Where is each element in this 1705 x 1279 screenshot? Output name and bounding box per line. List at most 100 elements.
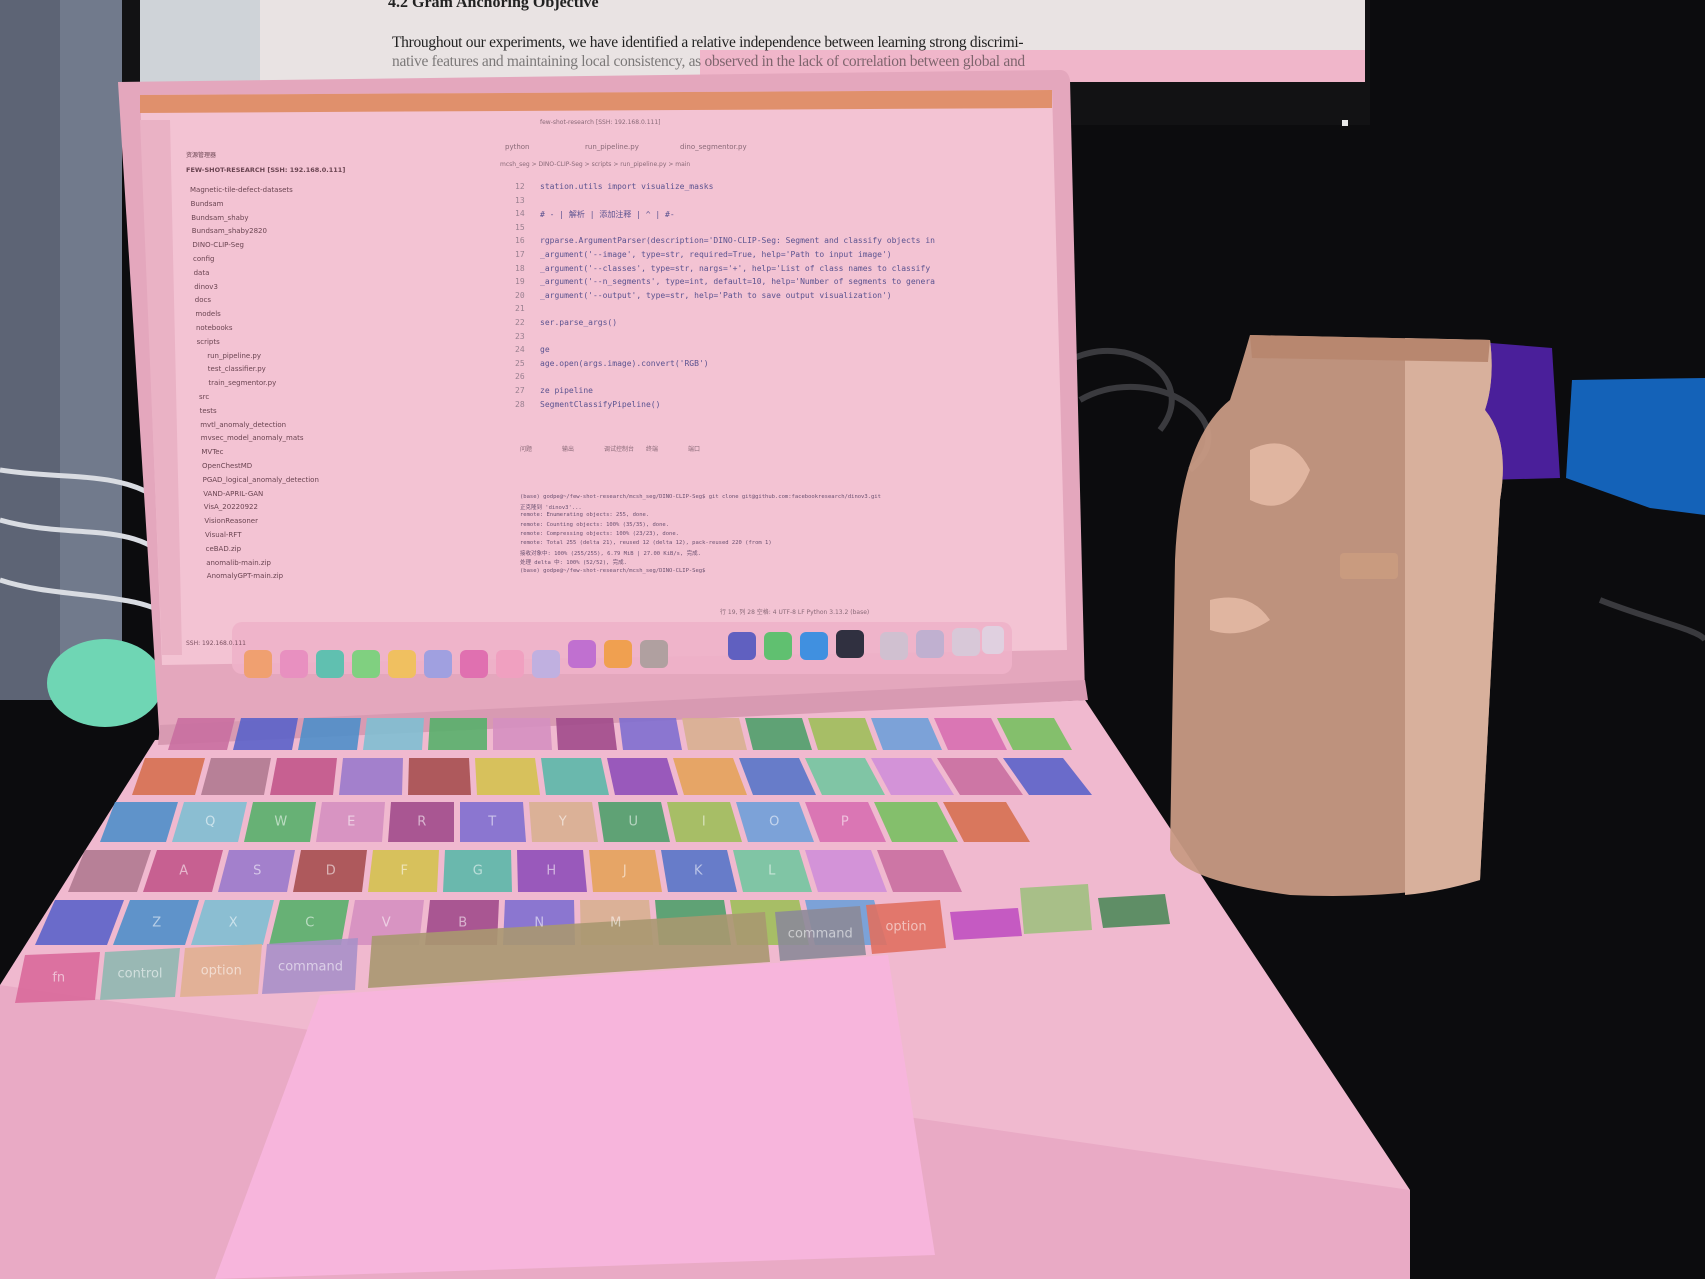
keyboard-key[interactable] <box>233 718 298 750</box>
keyboard-key[interactable] <box>428 718 487 750</box>
right-option-key[interactable] <box>866 900 946 954</box>
explorer-item[interactable]: Bundsam_shaby2820 <box>192 227 267 235</box>
explorer-item[interactable]: DINO-CLIP-Seg <box>192 241 244 249</box>
keyboard-key[interactable] <box>443 850 512 892</box>
status-bar-remote[interactable]: SSH: 192.168.0.111 <box>186 640 246 647</box>
fn-key[interactable] <box>15 952 100 1003</box>
terminal-tab[interactable]: 问题 <box>520 444 532 453</box>
code-line[interactable]: station.utils import visualize_masks <box>540 182 713 191</box>
explorer-item[interactable]: mvsec_model_anomaly_mats <box>201 434 304 442</box>
arrow-up-down-key[interactable] <box>1020 884 1092 934</box>
terminal-line: remote: Compressing objects: 100% (23/23… <box>520 530 679 537</box>
explorer-item[interactable]: src <box>199 393 209 401</box>
explorer-item[interactable]: docs <box>195 296 211 304</box>
explorer-item[interactable]: Bundsam <box>191 200 224 208</box>
explorer-item[interactable]: VAND-APRIL-GAN <box>203 490 263 498</box>
explorer-item[interactable]: AnomalyGPT-main.zip <box>207 572 283 580</box>
explorer-item[interactable]: tests <box>200 407 217 415</box>
keyboard-key[interactable] <box>808 718 877 750</box>
explorer-item[interactable]: train_segmentor.py <box>208 379 276 387</box>
code-line[interactable]: ze pipeline <box>540 386 593 395</box>
terminal-tab[interactable]: 端口 <box>688 444 700 453</box>
explorer-item[interactable]: Visual-RFT <box>205 531 241 539</box>
left-command-key[interactable] <box>262 938 358 994</box>
keyboard-key[interactable] <box>191 900 274 945</box>
keyboard-key[interactable] <box>607 758 678 795</box>
keyboard-key[interactable] <box>100 802 178 842</box>
keyboard-key[interactable] <box>475 758 540 795</box>
explorer-item[interactable]: models <box>195 310 220 318</box>
explorer-item[interactable]: notebooks <box>196 324 232 332</box>
arrow-right-key[interactable] <box>1098 894 1170 928</box>
keyboard-key[interactable] <box>68 850 151 892</box>
explorer-item[interactable]: dinov3 <box>194 283 218 291</box>
arrow-left-key[interactable] <box>950 908 1022 940</box>
keyboard-key[interactable] <box>244 802 316 842</box>
keyboard-key[interactable] <box>172 802 247 842</box>
keyboard-key[interactable] <box>388 802 454 842</box>
keyboard-key[interactable] <box>517 850 587 892</box>
keyboard-key[interactable] <box>143 850 223 892</box>
explorer-item[interactable]: anomalib-main.zip <box>206 559 271 567</box>
explorer-item[interactable]: run_pipeline.py <box>207 352 261 360</box>
keyboard-key[interactable] <box>682 718 747 750</box>
code-line[interactable]: ge <box>540 345 550 354</box>
keyboard-key[interactable] <box>541 758 609 795</box>
keyboard-key[interactable] <box>316 802 385 842</box>
explorer-item[interactable]: Magnetic-tile-defect-datasets <box>190 186 293 194</box>
keyboard-key[interactable] <box>218 850 295 892</box>
explorer-item[interactable]: OpenChestMD <box>202 462 252 470</box>
left-option-key[interactable] <box>180 944 262 997</box>
explorer-item[interactable]: scripts <box>197 338 220 346</box>
explorer-item[interactable]: data <box>194 269 210 277</box>
keyboard-key[interactable] <box>598 802 670 842</box>
explorer-item[interactable]: MVTec <box>201 448 223 456</box>
code-line[interactable]: SegmentClassifyPipeline() <box>540 400 660 409</box>
editor-tab[interactable]: run_pipeline.py <box>585 143 639 151</box>
keyboard-key[interactable] <box>460 802 526 842</box>
keyboard-key[interactable] <box>368 850 439 892</box>
keyboard-key[interactable] <box>493 718 552 750</box>
keyboard-key[interactable] <box>363 718 424 750</box>
editor-tab[interactable]: python <box>505 143 530 151</box>
terminal-tab[interactable]: 输出 <box>562 444 574 453</box>
keyboard-key[interactable] <box>269 900 349 945</box>
explorer-item[interactable]: test_classifier.py <box>208 365 266 373</box>
explorer-item[interactable]: config <box>193 255 214 263</box>
explorer-item[interactable]: mvtl_anomaly_detection <box>200 421 286 429</box>
keyboard-key[interactable] <box>529 802 598 842</box>
explorer-item[interactable]: VisionReasoner <box>204 517 258 525</box>
terminal-tab[interactable]: 终端 <box>646 444 658 453</box>
keyboard-key[interactable] <box>745 718 812 750</box>
keyboard-key[interactable] <box>339 758 403 795</box>
explorer-item[interactable]: VisA_20220922 <box>204 503 258 511</box>
code-line[interactable]: _argument('--n_segments', type=int, defa… <box>540 277 935 286</box>
explorer-item[interactable]: PGAD_logical_anomaly_detection <box>203 476 319 484</box>
code-line[interactable]: age.open(args.image).convert('RGB') <box>540 359 709 368</box>
keyboard-key[interactable] <box>201 758 271 795</box>
code-line[interactable]: _argument('--classes', type=str, nargs='… <box>540 264 930 273</box>
control-key[interactable] <box>100 948 180 1000</box>
code-line[interactable]: _argument('--output', type=str, help='Pa… <box>540 291 892 300</box>
keyboard-key[interactable] <box>619 718 682 750</box>
keyboard-key[interactable] <box>298 718 361 750</box>
editor-tab[interactable]: dino_segmentor.py <box>680 143 747 151</box>
code-line[interactable]: _argument('--image', type=str, required=… <box>540 250 892 259</box>
code-line[interactable]: rgparse.ArgumentParser(description='DINO… <box>540 236 935 245</box>
keyboard-key[interactable] <box>667 802 742 842</box>
keyboard-key[interactable] <box>733 850 812 892</box>
keyboard-key[interactable] <box>589 850 662 892</box>
keyboard-key[interactable] <box>293 850 367 892</box>
jar-clear-side <box>1405 338 1503 895</box>
keyboard-key[interactable] <box>168 718 235 750</box>
keyboard-key[interactable] <box>556 718 617 750</box>
keyboard-key[interactable] <box>661 850 737 892</box>
keyboard-key[interactable] <box>408 758 471 795</box>
terminal-tab[interactable]: 调试控制台 <box>604 444 634 453</box>
explorer-item[interactable]: Bundsam_shaby <box>191 214 248 222</box>
right-command-key[interactable] <box>775 906 866 961</box>
explorer-item[interactable]: ceBAD.zip <box>206 545 241 553</box>
code-line[interactable]: ser.parse_args() <box>540 318 617 327</box>
code-line[interactable]: # - | 解析 | 添加注释 | ^ | #- <box>540 209 675 220</box>
keyboard-key[interactable] <box>270 758 337 795</box>
